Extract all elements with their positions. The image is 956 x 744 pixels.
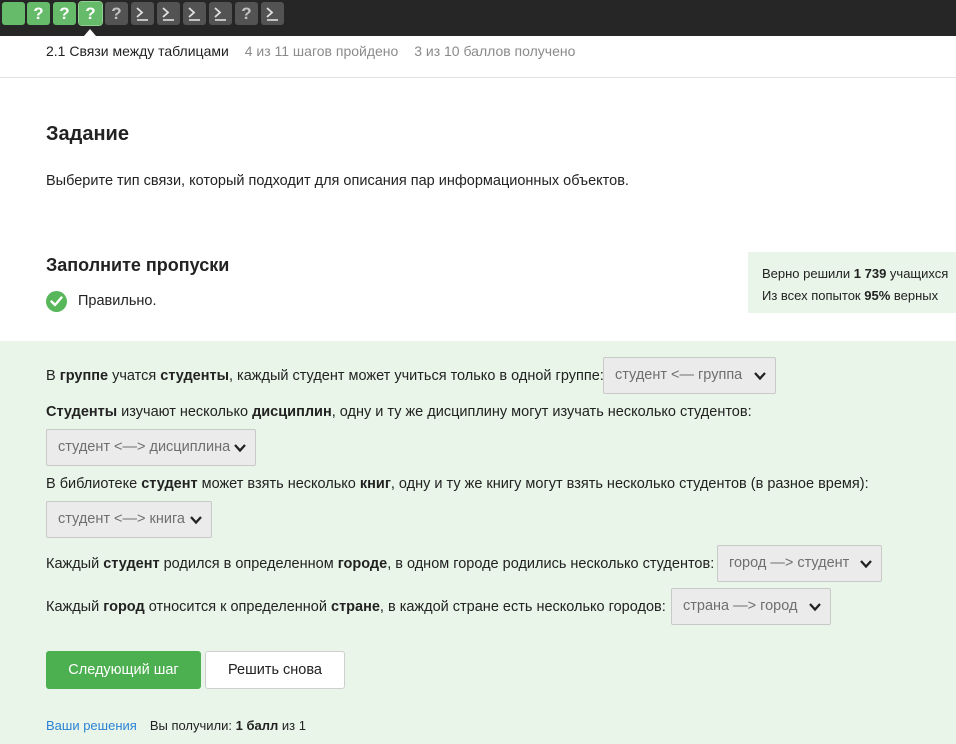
steps-progress: 4 из 11 шагов пройдено <box>244 43 399 59</box>
question-3-text: В библиотеке студент может взять несколь… <box>46 476 869 492</box>
next-step-button[interactable]: Следующий шаг <box>46 651 201 689</box>
chevron-down-icon <box>754 372 766 381</box>
question-4-select[interactable]: город —> студент <box>717 545 882 582</box>
terminal-icon <box>162 7 174 21</box>
chevron-down-icon <box>860 560 872 569</box>
q4-part: Каждый <box>46 556 104 572</box>
step-6[interactable] <box>131 2 154 25</box>
stats-attempts-percent: 95% <box>864 288 891 303</box>
q4-selected-value: город —> студент <box>729 555 850 571</box>
q2-selected-value: студент <—> дисциплина <box>58 439 231 455</box>
step-10-glyph: ? <box>241 4 252 23</box>
breadcrumb-divider <box>0 77 956 78</box>
q4-part: , в одном городе родились несколько студ… <box>387 556 715 572</box>
step-8[interactable] <box>183 2 206 25</box>
step-5[interactable]: ? <box>105 2 128 25</box>
stats-solved-count: 1 739 <box>853 266 887 281</box>
q1-part: учатся <box>108 368 161 384</box>
current-step-indicator <box>84 29 96 36</box>
q2-bold: Студенты <box>46 404 118 420</box>
q5-part: , в каждой стране есть несколько городов… <box>379 599 666 615</box>
step-5-glyph: ? <box>111 4 122 23</box>
task-heading: Задание <box>46 123 129 145</box>
step-7[interactable] <box>157 2 180 25</box>
question-4-text: Каждый студент родился в определенном го… <box>46 556 714 572</box>
question-3-select[interactable]: студент <—> книга <box>46 501 212 538</box>
solve-stats: Верно решили 1 739 учащихся Из всех попы… <box>748 252 956 313</box>
stats-attempts-prefix: Из всех попыток <box>762 288 865 303</box>
q5-bold: город <box>103 599 145 615</box>
step-10[interactable]: ? <box>235 2 258 25</box>
solved-count-line: Верно решили 1 739 учащихся <box>762 263 956 285</box>
step-11[interactable] <box>261 2 284 25</box>
step-3[interactable]: ? <box>53 2 76 25</box>
your-solutions-link[interactable]: Ваши решения <box>46 718 137 733</box>
q3-bold: книг <box>359 476 391 492</box>
q3-part: , одну и ту же книгу могут взять несколь… <box>390 476 869 492</box>
stats-solved-prefix: Верно решили <box>762 266 854 281</box>
question-2-select[interactable]: студент <—> дисциплина <box>46 429 256 466</box>
step-navigation-bar: ? ? ? ? ? <box>0 0 956 36</box>
step-4-current[interactable]: ? <box>78 1 103 26</box>
q5-part: Каждый <box>46 599 104 615</box>
verdict: Правильно. <box>46 290 156 312</box>
terminal-icon <box>266 7 278 21</box>
q2-part: изучают несколько <box>117 404 253 420</box>
q4-bold: студент <box>103 556 160 572</box>
question-2-text: Студенты изучают несколько дисциплин, од… <box>46 404 752 420</box>
chevron-down-icon <box>809 603 821 612</box>
score-value: 1 балл <box>235 718 279 733</box>
q4-bold: городе <box>337 556 388 572</box>
check-circle-icon <box>46 290 67 312</box>
q3-part: может взять несколько <box>197 476 360 492</box>
q5-bold: стране <box>331 599 380 615</box>
attempts-line: Из всех попыток 95% верных <box>762 285 956 307</box>
chevron-down-icon <box>190 516 202 525</box>
q1-bold: студенты <box>160 368 229 384</box>
score-suffix: из 1 <box>278 718 306 733</box>
question-1-select[interactable]: студент <— группа <box>603 357 776 394</box>
step-9[interactable] <box>209 2 232 25</box>
q3-selected-value: студент <—> книга <box>58 511 185 527</box>
q2-part: , одну и ту же дисциплину могут изучать … <box>331 404 752 420</box>
lesson-title[interactable]: 2.1 Связи между таблицами <box>46 43 229 59</box>
step-4-glyph: ? <box>85 4 96 23</box>
score-prefix: Вы получили: <box>149 718 236 733</box>
q4-part: родился в определенном <box>159 556 338 572</box>
terminal-icon <box>136 7 148 21</box>
terminal-icon <box>188 7 200 21</box>
stats-attempts-suffix: верных <box>890 288 939 303</box>
step-2[interactable]: ? <box>27 2 50 25</box>
step-2-glyph: ? <box>33 4 44 23</box>
points-progress: 3 из 10 баллов получено <box>414 43 576 59</box>
breadcrumb: 2.1 Связи между таблицами 4 из 11 шагов … <box>46 43 575 59</box>
q5-part: относится к определенной <box>144 599 331 615</box>
terminal-icon <box>214 7 226 21</box>
fill-heading: Заполните пропуски <box>46 255 230 275</box>
q3-part: В библиотеке <box>46 476 142 492</box>
solve-again-button[interactable]: Решить снова <box>205 651 345 689</box>
q1-part: , каждый студент может учиться только в … <box>229 368 604 384</box>
step-3-glyph: ? <box>59 4 70 23</box>
q5-selected-value: страна —> город <box>683 598 798 614</box>
chevron-down-icon <box>234 444 246 453</box>
question-5-text: Каждый город относится к определенной ст… <box>46 599 666 615</box>
q1-part: В <box>46 368 60 384</box>
q1-selected-value: студент <— группа <box>615 367 743 383</box>
q1-bold: группе <box>59 368 109 384</box>
q3-bold: студент <box>141 476 198 492</box>
stats-solved-suffix: учащихся <box>886 266 949 281</box>
task-text: Выберите тип связи, который подходит для… <box>46 173 629 189</box>
q2-bold: дисциплин <box>252 404 332 420</box>
submission-footer: Ваши решения Вы получили: 1 балл из 1 <box>46 718 306 733</box>
question-5-select[interactable]: страна —> город <box>671 588 831 625</box>
verdict-text: Правильно. <box>78 293 157 309</box>
question-1-text: В группе учатся студенты, каждый студент… <box>46 368 604 384</box>
step-1[interactable] <box>2 2 25 25</box>
